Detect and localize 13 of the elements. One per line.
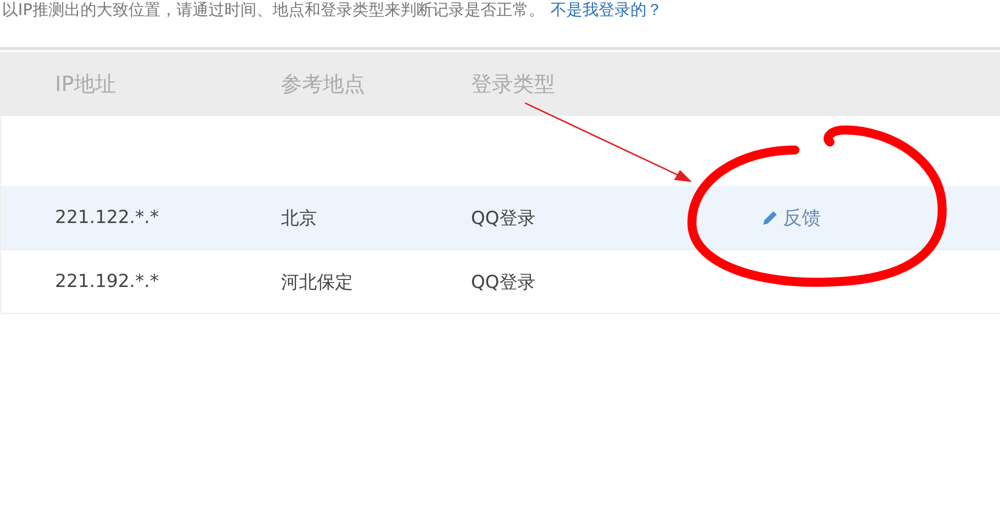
table-cell-text: 河北保定 — [281, 270, 354, 294]
table-cell-text: 北京 — [281, 206, 318, 230]
table-cell-text: QQ登录 — [471, 270, 536, 294]
pencil-icon — [761, 208, 779, 226]
not-me-link[interactable]: 不是我登录的？ — [550, 1, 662, 19]
feedback-link[interactable]: 反馈 — [761, 204, 821, 230]
column-header: 登录类型 — [471, 71, 556, 98]
table-cell-text: 221.122.*.* — [54, 207, 160, 228]
notice-text: 以IP推测出的大致位置，请通过时间、地点和登录类型来判断记录是否正常。 — [2, 1, 544, 19]
column-header: IP地址 — [54, 71, 117, 98]
table-cell-text: QQ登录 — [471, 206, 536, 230]
table-cell-text: 221.192.*.* — [54, 271, 160, 292]
column-header: 参考地点 — [281, 71, 366, 98]
